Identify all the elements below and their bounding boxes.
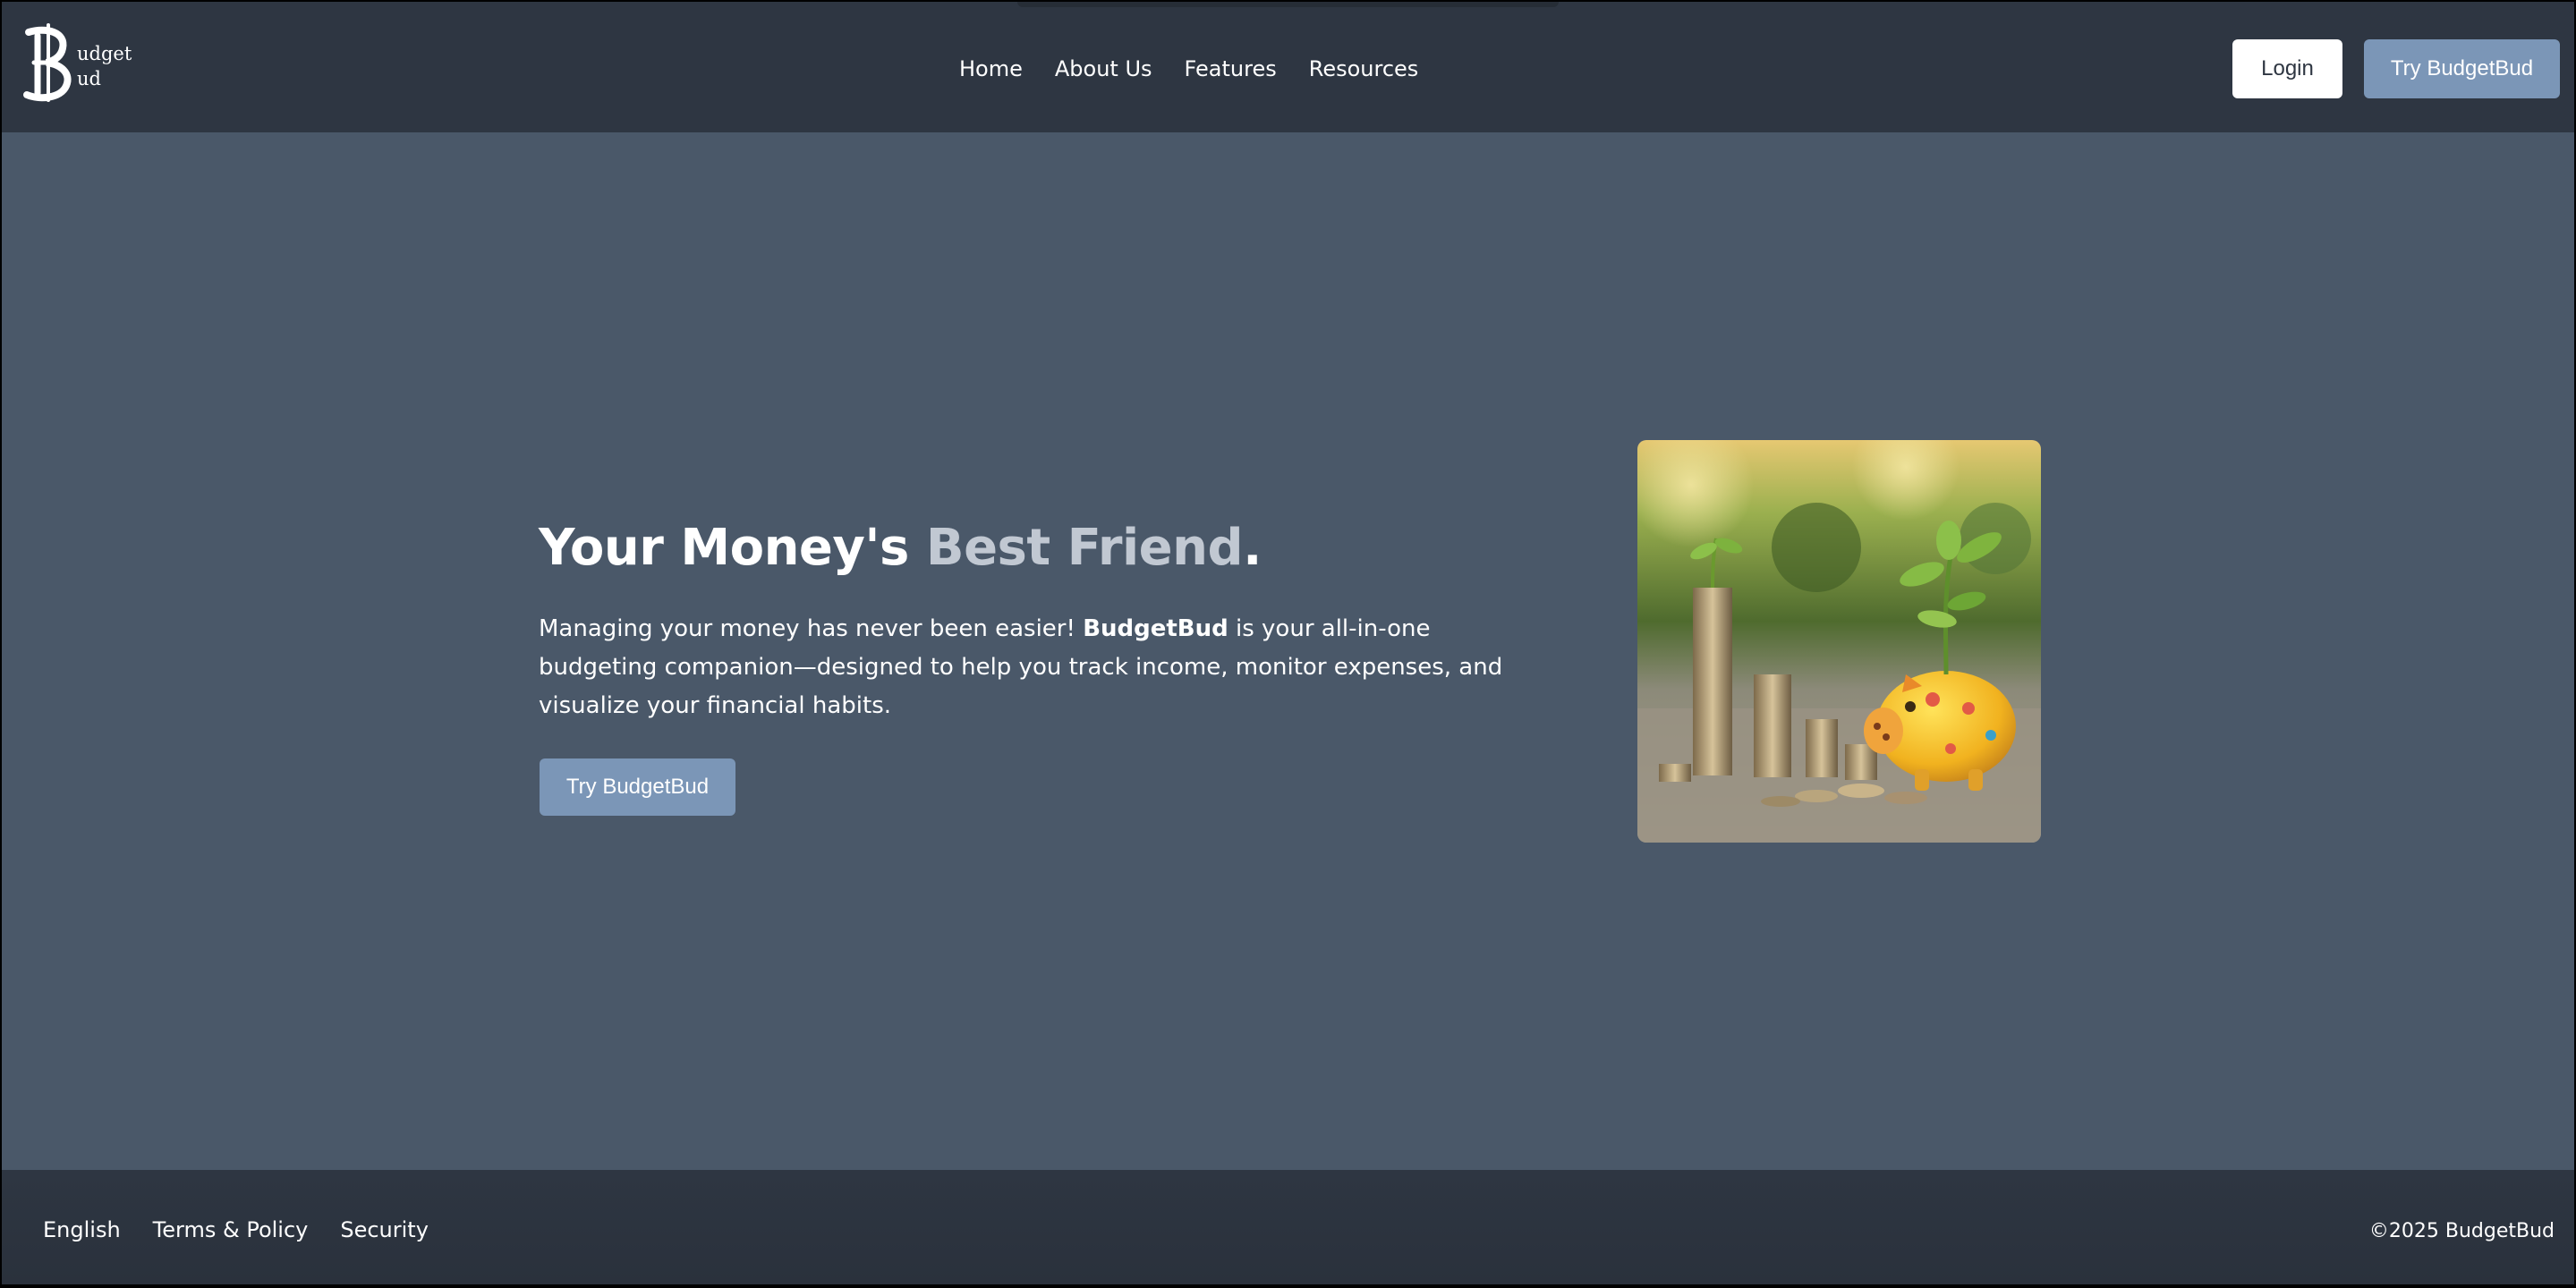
dollar-b-icon <box>23 23 72 102</box>
login-button[interactable]: Login <box>2232 39 2342 98</box>
logo-text-line2: ud <box>77 68 101 89</box>
logo-text-line1: udget <box>77 43 132 64</box>
copyright-text: ©2025 BudgetBud <box>2368 1220 2555 1242</box>
footer-link-terms-policy[interactable]: Terms & Policy <box>153 1215 309 1245</box>
hero-desc-brand: BudgetBud <box>1083 615 1228 642</box>
hero-title-period: . <box>1243 519 1262 577</box>
main-nav: Home About Us Features Resources <box>959 54 1418 84</box>
try-budgetbud-hero-button[interactable]: Try BudgetBud <box>540 758 735 816</box>
footer-link-english[interactable]: English <box>43 1215 121 1245</box>
page: udget ud Home About Us Features Resource… <box>2 2 2574 1284</box>
nav-link-resources[interactable]: Resources <box>1309 54 1419 84</box>
nav-link-about-us[interactable]: About Us <box>1055 54 1152 84</box>
top-navbar: udget ud Home About Us Features Resource… <box>2 2 2574 132</box>
nav-top-strip <box>1017 2 1559 7</box>
footer-links: English Terms & Policy Security <box>43 1215 429 1245</box>
nav-link-features[interactable]: Features <box>1185 54 1277 84</box>
piggy-bank-coins-image <box>1637 440 2041 843</box>
hero-title-lead: Your Money's <box>539 519 926 577</box>
nav-link-home[interactable]: Home <box>959 54 1023 84</box>
hero-desc-part1: Managing your money has never been easie… <box>539 615 1084 642</box>
brand-logo[interactable]: udget ud <box>21 23 138 106</box>
try-budgetbud-nav-button[interactable]: Try BudgetBud <box>2364 39 2560 98</box>
hero-image <box>1637 440 2041 843</box>
hero-title: Your Money's Best Friend. <box>539 519 1262 577</box>
hero-description: Managing your money has never been easie… <box>539 610 1514 725</box>
footer-link-security[interactable]: Security <box>340 1215 429 1245</box>
hero-title-accent: Best Friend <box>925 519 1244 577</box>
footer: English Terms & Policy Security ©2025 Bu… <box>2 1170 2574 1284</box>
